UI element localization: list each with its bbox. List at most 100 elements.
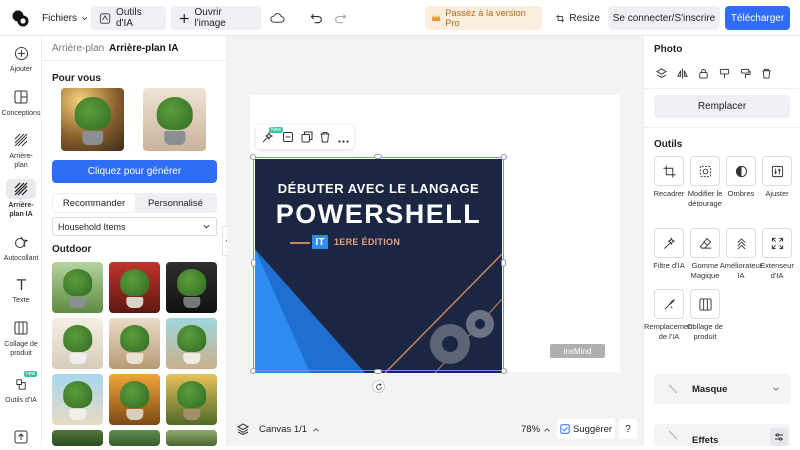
outdoor-thumb[interactable] <box>52 318 103 369</box>
canvas-pages-control[interactable]: Canvas 1/1 <box>259 424 320 435</box>
tool-crop[interactable] <box>654 156 684 186</box>
open-image-button[interactable]: Ouvrir l'image <box>171 6 261 30</box>
help-button[interactable]: ? <box>619 419 637 439</box>
outdoor-thumb[interactable] <box>166 430 217 446</box>
chevron-down-icon <box>773 387 779 391</box>
plant-image <box>74 96 111 130</box>
nav-label: Collage de produit <box>4 341 38 357</box>
resize-handle[interactable] <box>250 154 256 160</box>
ai-filter-icon <box>663 236 675 249</box>
pot-image <box>182 352 201 364</box>
tool-ai-filter[interactable] <box>654 228 684 258</box>
tool-ai-expander[interactable] <box>762 228 792 258</box>
nav-item-ai-background[interactable]: Arrière-plan IA <box>0 179 42 219</box>
resize-button[interactable]: Resize <box>556 6 600 30</box>
generate-label: Cliquez pour générer <box>87 166 182 177</box>
nav-item-product-collage[interactable]: Collage de produit <box>0 318 42 358</box>
tool-product-collage[interactable] <box>690 289 720 319</box>
resize-handle[interactable] <box>501 368 507 374</box>
resize-icon <box>556 14 565 22</box>
subtab-recommend[interactable]: Recommander <box>53 194 135 212</box>
nav-label: Autocollant <box>3 255 39 262</box>
tool-magic-eraser[interactable] <box>690 228 720 258</box>
ai-tools-button[interactable]: Outils d'IA <box>91 6 166 30</box>
copy-style-icon[interactable] <box>719 68 730 82</box>
outdoor-thumb[interactable] <box>52 374 103 425</box>
nav-item-ai-tools[interactable]: new Outils d'IA <box>0 371 42 406</box>
outdoor-thumb[interactable] <box>109 430 160 446</box>
nav-item-upload[interactable] <box>0 427 42 450</box>
category-select[interactable]: Household Items <box>52 217 217 236</box>
help-label: ? <box>625 423 631 435</box>
nav-item-add[interactable]: Ajouter <box>0 43 42 75</box>
outdoor-thumb[interactable] <box>52 262 103 313</box>
ai-background-icon <box>6 179 36 199</box>
suggestion-thumb[interactable] <box>61 88 124 151</box>
login-button[interactable]: Se connecter/S'inscrire <box>608 6 720 30</box>
outdoor-title: Outdoor <box>52 244 92 255</box>
layer-order-icon[interactable] <box>655 68 668 82</box>
undo-icon[interactable] <box>307 9 325 27</box>
resize-handle[interactable] <box>251 259 256 267</box>
layers-icon[interactable] <box>236 423 250 438</box>
effects-settings-icon[interactable] <box>770 428 788 446</box>
outdoor-thumb[interactable] <box>109 262 160 313</box>
subtab-label: Personnalisé <box>148 197 203 209</box>
tool-shadows[interactable] <box>726 156 756 186</box>
rotate-handle[interactable] <box>372 380 385 393</box>
replace-ai-icon <box>664 298 675 309</box>
tab-ai-background[interactable]: Arrière-plan IA <box>109 43 178 54</box>
trash-icon[interactable] <box>761 68 772 82</box>
replace-button[interactable]: Remplacer <box>654 95 790 118</box>
nav-item-background[interactable]: Arrière-plan <box>0 130 42 170</box>
layer-icon[interactable] <box>282 131 294 146</box>
effects-section[interactable]: Effets <box>654 424 790 446</box>
nav-item-designs[interactable]: Conceptions <box>0 87 42 119</box>
resize-handle[interactable] <box>501 154 507 160</box>
adjust-icon <box>771 165 783 177</box>
section-divider <box>644 127 800 128</box>
new-badge: new <box>24 371 38 377</box>
nav-item-sticker[interactable]: Autocollant <box>0 232 42 264</box>
tool-edit-cutout[interactable] <box>690 156 720 186</box>
resize-handle[interactable] <box>374 369 382 374</box>
eraser-icon <box>699 237 711 249</box>
outdoor-thumb[interactable] <box>166 262 217 313</box>
pot-image <box>68 408 87 420</box>
photo-title: Photo <box>654 44 683 55</box>
nav-item-text[interactable]: Texte <box>0 274 42 306</box>
crown-icon <box>431 14 441 21</box>
trash-icon[interactable] <box>319 131 331 146</box>
effects-icon <box>668 430 678 440</box>
resize-handle[interactable] <box>250 368 256 374</box>
paint-icon[interactable] <box>740 68 751 82</box>
resize-handle[interactable] <box>501 259 506 267</box>
mask-section[interactable]: Masque <box>654 374 790 404</box>
outdoor-thumb[interactable] <box>52 430 103 446</box>
app-logo[interactable] <box>11 9 29 27</box>
tool-ai-enhancer[interactable] <box>726 228 756 258</box>
outdoor-thumb[interactable] <box>109 318 160 369</box>
cloud-save-icon[interactable] <box>268 9 286 27</box>
suggestion-thumb[interactable] <box>143 88 206 151</box>
outdoor-thumb[interactable] <box>166 374 217 425</box>
tool-ai-replace[interactable] <box>654 289 684 319</box>
upgrade-pro-button[interactable]: Passez à la version Pro <box>425 6 542 30</box>
files-menu[interactable]: Fichiers <box>42 6 88 30</box>
more-icon[interactable] <box>338 135 349 146</box>
tool-adjust[interactable] <box>762 156 792 186</box>
ai-tools-icon: new <box>11 371 38 394</box>
redo-icon[interactable] <box>331 9 349 27</box>
generate-button[interactable]: Cliquez pour générer <box>52 160 217 183</box>
zoom-control[interactable]: 78% <box>521 424 551 435</box>
outdoor-thumb[interactable] <box>109 374 160 425</box>
outdoor-thumb[interactable] <box>166 318 217 369</box>
flip-icon[interactable] <box>677 68 688 82</box>
duplicate-icon[interactable] <box>301 131 313 146</box>
subtab-custom[interactable]: Personnalisé <box>135 194 216 212</box>
download-button[interactable]: Télécharger <box>725 6 790 30</box>
suggest-button[interactable]: Suggérer <box>557 419 615 439</box>
lock-icon[interactable] <box>698 68 709 82</box>
tab-background[interactable]: Arrière-plan <box>52 43 104 54</box>
resize-handle[interactable] <box>374 154 382 159</box>
